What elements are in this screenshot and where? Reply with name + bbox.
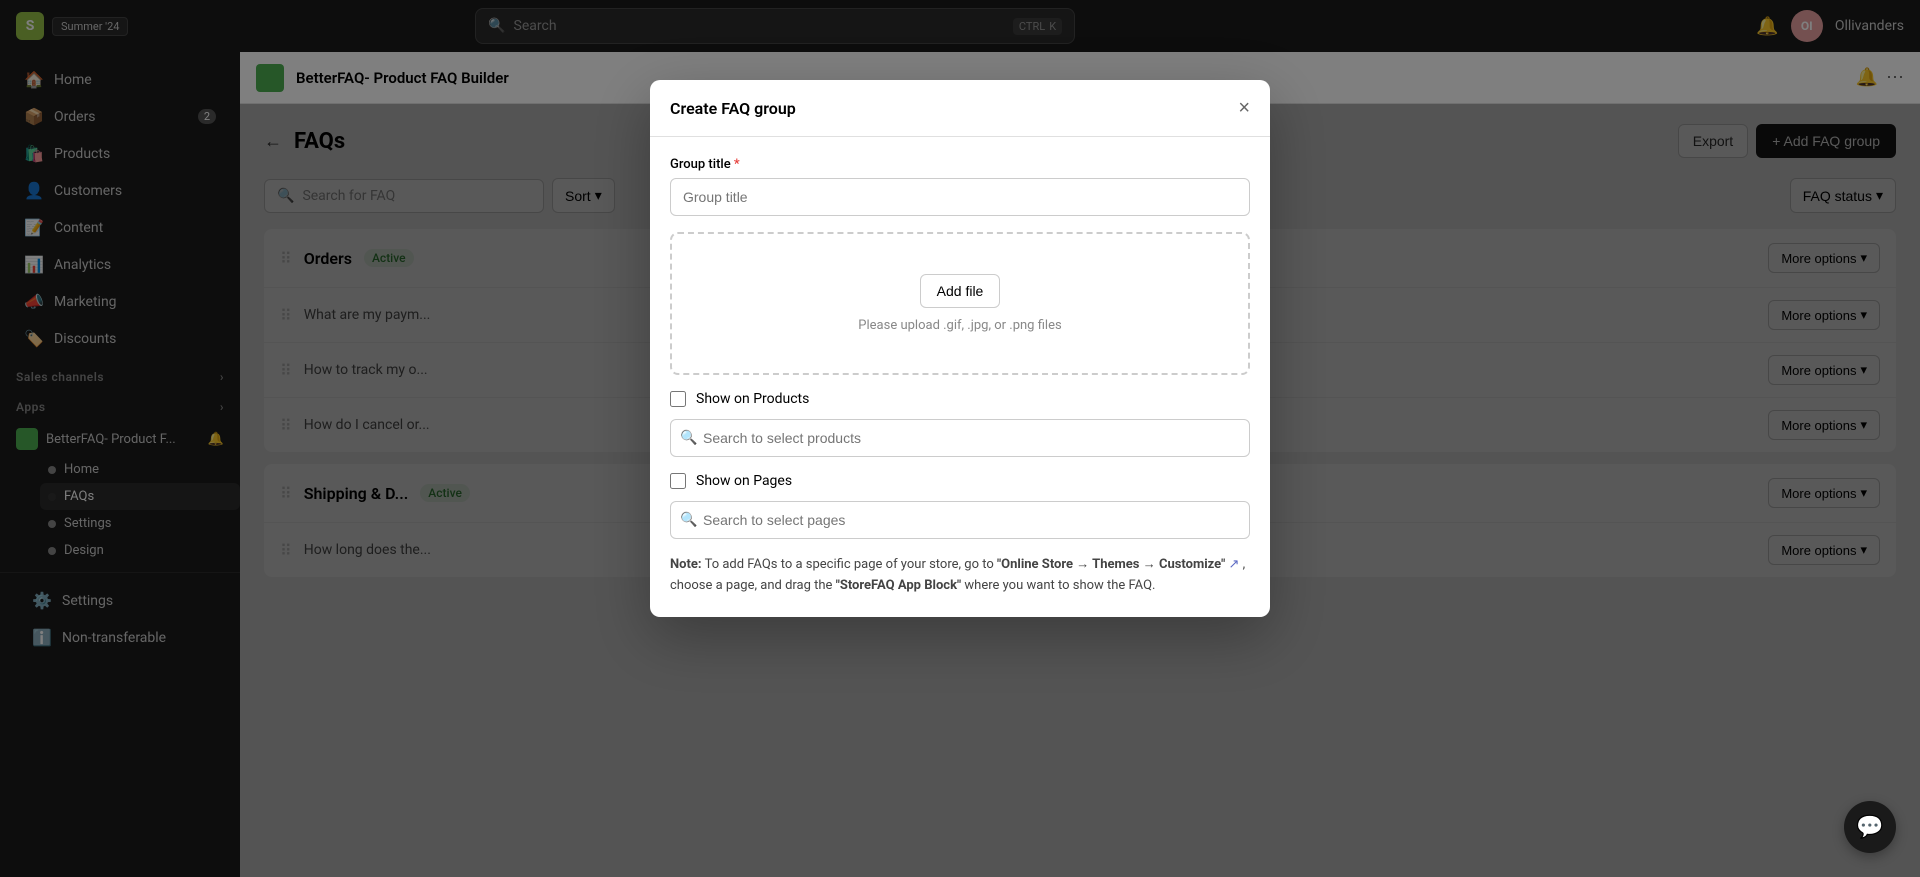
note-external-link[interactable]: ↗ xyxy=(1229,557,1240,572)
modal-header: Create FAQ group × xyxy=(650,80,1270,137)
chat-widget[interactable]: 💬 xyxy=(1844,801,1896,853)
note-link-text: "Online Store → Themes → Customize" xyxy=(997,557,1225,572)
show-on-pages-row: Show on Pages xyxy=(670,473,1250,489)
note-prefix: Note: xyxy=(670,557,702,572)
show-on-products-row: Show on Products xyxy=(670,391,1250,407)
products-search-input[interactable] xyxy=(670,419,1250,457)
products-search-wrapper: 🔍 xyxy=(670,419,1250,457)
group-title-label: Group title * xyxy=(670,157,1250,172)
modal-overlay: Create FAQ group × Group title * Add fil… xyxy=(0,0,1920,877)
required-indicator: * xyxy=(734,157,740,172)
note-box: Note: To add FAQs to a specific page of … xyxy=(670,555,1250,597)
add-file-button[interactable]: Add file xyxy=(920,274,1001,308)
show-on-products-checkbox[interactable] xyxy=(670,391,686,407)
pages-search-input[interactable] xyxy=(670,501,1250,539)
show-on-pages-label: Show on Pages xyxy=(696,473,792,489)
note-text: To add FAQs to a specific page of your s… xyxy=(705,557,997,572)
file-upload-area: Add file Please upload .gif, .jpg, or .p… xyxy=(670,232,1250,375)
upload-hint: Please upload .gif, .jpg, or .png files xyxy=(692,318,1228,333)
show-on-products-label: Show on Products xyxy=(696,391,809,407)
note-bold-text: "StoreFAQ App Block" xyxy=(836,578,961,593)
note-end: where you want to show the FAQ. xyxy=(964,578,1155,593)
show-on-pages-checkbox[interactable] xyxy=(670,473,686,489)
modal-close-button[interactable]: × xyxy=(1238,98,1250,118)
modal-title: Create FAQ group xyxy=(670,99,796,118)
modal-body: Group title * Add file Please upload .gi… xyxy=(650,137,1270,617)
chat-icon: 💬 xyxy=(1856,815,1883,840)
create-faq-group-modal: Create FAQ group × Group title * Add fil… xyxy=(650,80,1270,617)
pages-search-wrapper: 🔍 xyxy=(670,501,1250,539)
group-title-input[interactable] xyxy=(670,178,1250,216)
